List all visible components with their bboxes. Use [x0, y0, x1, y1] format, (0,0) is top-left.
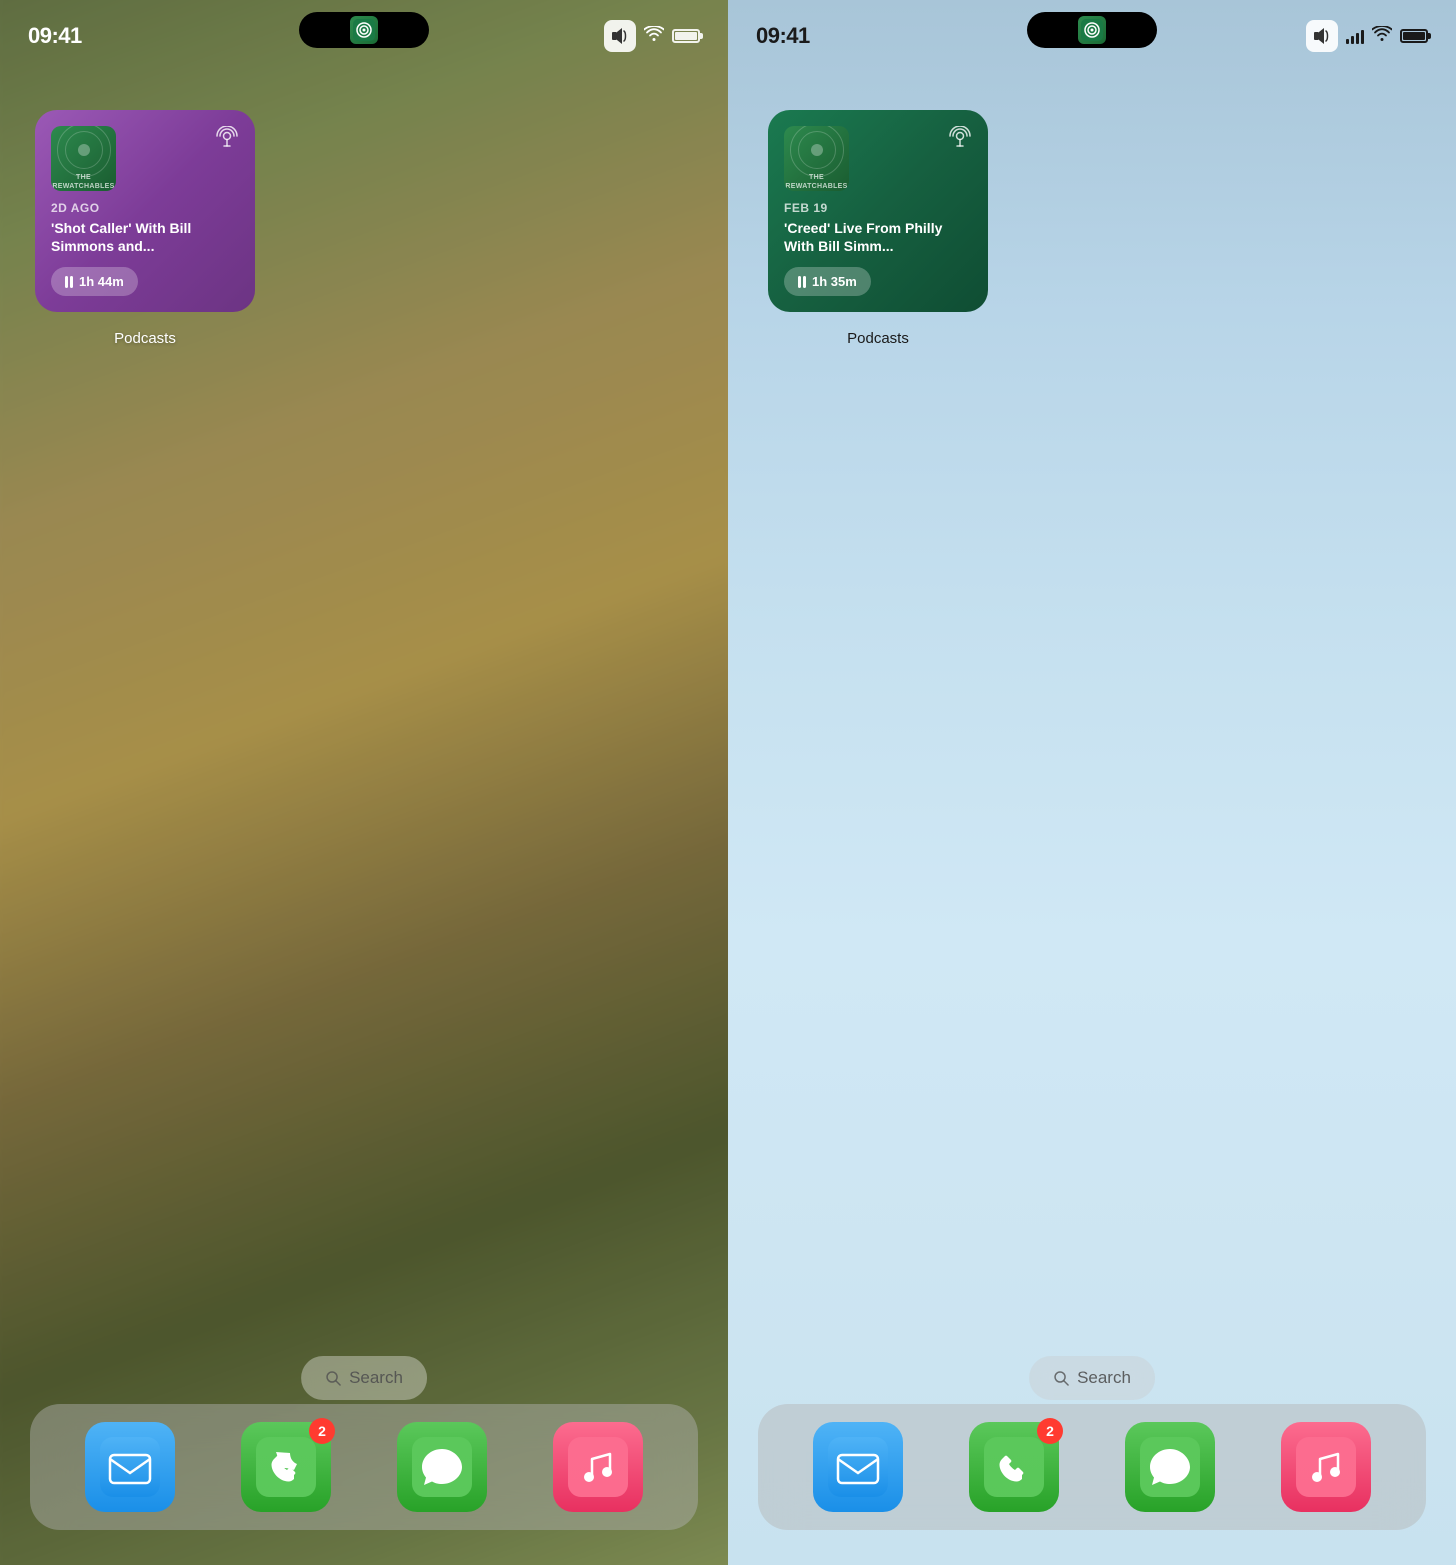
- right-widget-title: 'Creed' Live From Philly With Bill Simm.…: [784, 219, 972, 255]
- right-duration: 1h 35m: [812, 274, 857, 289]
- left-dock: 2: [30, 1404, 698, 1530]
- left-mail-app[interactable]: [85, 1422, 175, 1512]
- right-phone-badge: 2: [1037, 1418, 1063, 1444]
- left-dynamic-island: [299, 12, 429, 48]
- left-music-app[interactable]: [553, 1422, 643, 1512]
- right-search-text: Search: [1077, 1368, 1131, 1388]
- left-search-icon: [325, 1370, 341, 1386]
- right-play-button[interactable]: 1h 35m: [784, 267, 871, 296]
- vinyl-art: [58, 126, 110, 174]
- right-status-bar: 09:41: [728, 0, 1456, 60]
- right-dynamic-island: [1027, 12, 1157, 48]
- right-phone: 09:41: [728, 0, 1456, 1565]
- right-widget-label: Podcasts: [847, 330, 909, 347]
- right-phone-app[interactable]: 2: [969, 1422, 1059, 1512]
- left-pause-icon: [65, 276, 73, 288]
- right-widget-container[interactable]: THEREWATCHABLES FEB 19 'Creed' Live From…: [768, 110, 988, 312]
- left-widget-label: Podcasts: [114, 330, 176, 347]
- right-podcast-widget[interactable]: THEREWATCHABLES FEB 19 'Creed' Live From…: [768, 110, 988, 312]
- left-widget-container[interactable]: THEREWATCHABLES 2D AGO 'Shot Caller' Wit…: [35, 110, 255, 312]
- right-dynamic-island-icon: [1078, 16, 1106, 44]
- right-podcast-art: THEREWATCHABLES: [784, 126, 849, 191]
- left-widget-title: 'Shot Caller' With Bill Simmons and...: [51, 219, 239, 255]
- right-widget-date: FEB 19: [784, 201, 972, 215]
- left-status-right: [604, 20, 700, 52]
- left-play-button[interactable]: 1h 44m: [51, 267, 138, 296]
- left-podcast-art: THEREWATCHABLES: [51, 126, 116, 191]
- right-status-right: [1306, 20, 1428, 52]
- right-battery-icon: [1400, 29, 1428, 43]
- left-duration: 1h 44m: [79, 274, 124, 289]
- right-wifi-icon: [1372, 26, 1392, 47]
- left-search-bar[interactable]: Search: [301, 1356, 427, 1400]
- left-widget-header: THEREWATCHABLES: [51, 126, 239, 191]
- right-search-bar[interactable]: Search: [1029, 1356, 1155, 1400]
- left-phone-app[interactable]: 2: [241, 1422, 331, 1512]
- left-podcast-widget[interactable]: THEREWATCHABLES 2D AGO 'Shot Caller' Wit…: [35, 110, 255, 312]
- left-phone: 09:41: [0, 0, 728, 1565]
- right-signal-bars: [1346, 28, 1364, 44]
- left-time: 09:41: [28, 23, 82, 49]
- right-mail-app[interactable]: [813, 1422, 903, 1512]
- right-time: 09:41: [756, 23, 810, 49]
- left-search-text: Search: [349, 1368, 403, 1388]
- left-status-bar: 09:41: [0, 0, 728, 60]
- right-pause-icon: [798, 276, 806, 288]
- right-podcast-app-icon: [948, 126, 972, 156]
- right-speaker-icon: [1306, 20, 1338, 52]
- left-messages-app[interactable]: [397, 1422, 487, 1512]
- left-podcast-app-icon: [215, 126, 239, 156]
- right-search-icon: [1053, 1370, 1069, 1386]
- left-wifi-icon: [644, 26, 664, 47]
- right-messages-app[interactable]: [1125, 1422, 1215, 1512]
- left-widget-date: 2D AGO: [51, 201, 239, 215]
- dynamic-island-app-icon: [350, 16, 378, 44]
- right-dock: 2: [758, 1404, 1426, 1530]
- right-widget-header: THEREWATCHABLES: [784, 126, 972, 191]
- left-speaker-icon: [604, 20, 636, 52]
- right-vinyl-art: [791, 126, 843, 174]
- left-battery-icon: [672, 29, 700, 43]
- right-music-app[interactable]: [1281, 1422, 1371, 1512]
- left-phone-badge: 2: [309, 1418, 335, 1444]
